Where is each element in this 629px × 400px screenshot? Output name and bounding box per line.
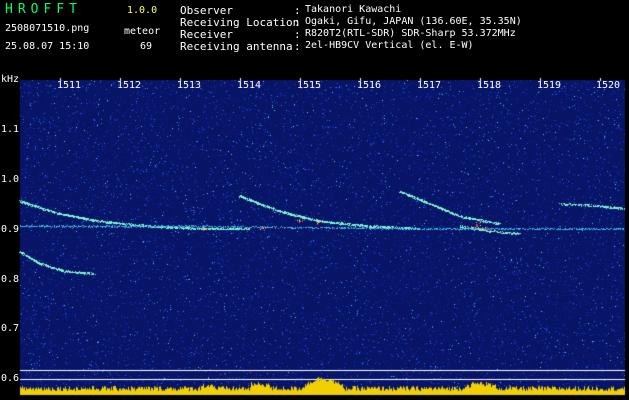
x-tick-label: 1513 (177, 80, 202, 91)
info-value: Ogaki, Gifu, JAPAN (136.60E, 35.35N) (305, 16, 522, 27)
y-tick-label: 0.8 (1, 274, 20, 285)
y-tick-label: 1.0 (1, 174, 20, 185)
y-tick-label: 1.1 (1, 124, 20, 135)
meteor-count: 69 (140, 41, 153, 52)
version-label: 1.0.0 (127, 5, 158, 16)
info-value: Takanori Kawachi (305, 4, 402, 15)
info-location: Receiving Location : Ogaki, Gifu, JAPAN … (180, 16, 522, 29)
y-tick-label: 0.9 (1, 224, 20, 235)
y-axis-unit: kHz (1, 74, 20, 85)
info-observer: Observer : Takanori Kawachi (180, 4, 401, 17)
mode-label: meteor (124, 26, 161, 37)
info-value: 2el-HB9CV Vertical (el. E-W) (305, 40, 474, 51)
info-receiver: Receiver : R820T2(RTL-SDR) SDR-Sharp 53.… (180, 28, 516, 41)
date-time: 25.08.07 15:10 (5, 41, 90, 52)
x-tick-label: 1518 (477, 80, 502, 91)
y-tick-label: 0.7 (1, 323, 20, 334)
x-tick-label: 1514 (237, 80, 262, 91)
info-value: R820T2(RTL-SDR) SDR-Sharp 53.372MHz (305, 28, 516, 39)
info-antenna: Receiving antenna : 2el-HB9CV Vertical (… (180, 40, 474, 53)
x-tick-label: 1519 (537, 80, 562, 91)
info-sep: : (294, 40, 301, 53)
x-tick-label: 1520 (596, 80, 621, 91)
x-tick-label: 1517 (417, 80, 442, 91)
info-label: Receiving antenna (180, 40, 293, 53)
x-tick-label: 1516 (357, 80, 382, 91)
x-tick-label: 1515 (297, 80, 322, 91)
app-title: HROFFT (5, 2, 82, 17)
x-tick-label: 1512 (117, 80, 142, 91)
spectrogram-canvas (0, 0, 629, 400)
x-tick-label: 1511 (57, 80, 82, 91)
file-name: 2508071510.png (5, 23, 90, 34)
y-tick-label: 0.6 (1, 373, 20, 384)
